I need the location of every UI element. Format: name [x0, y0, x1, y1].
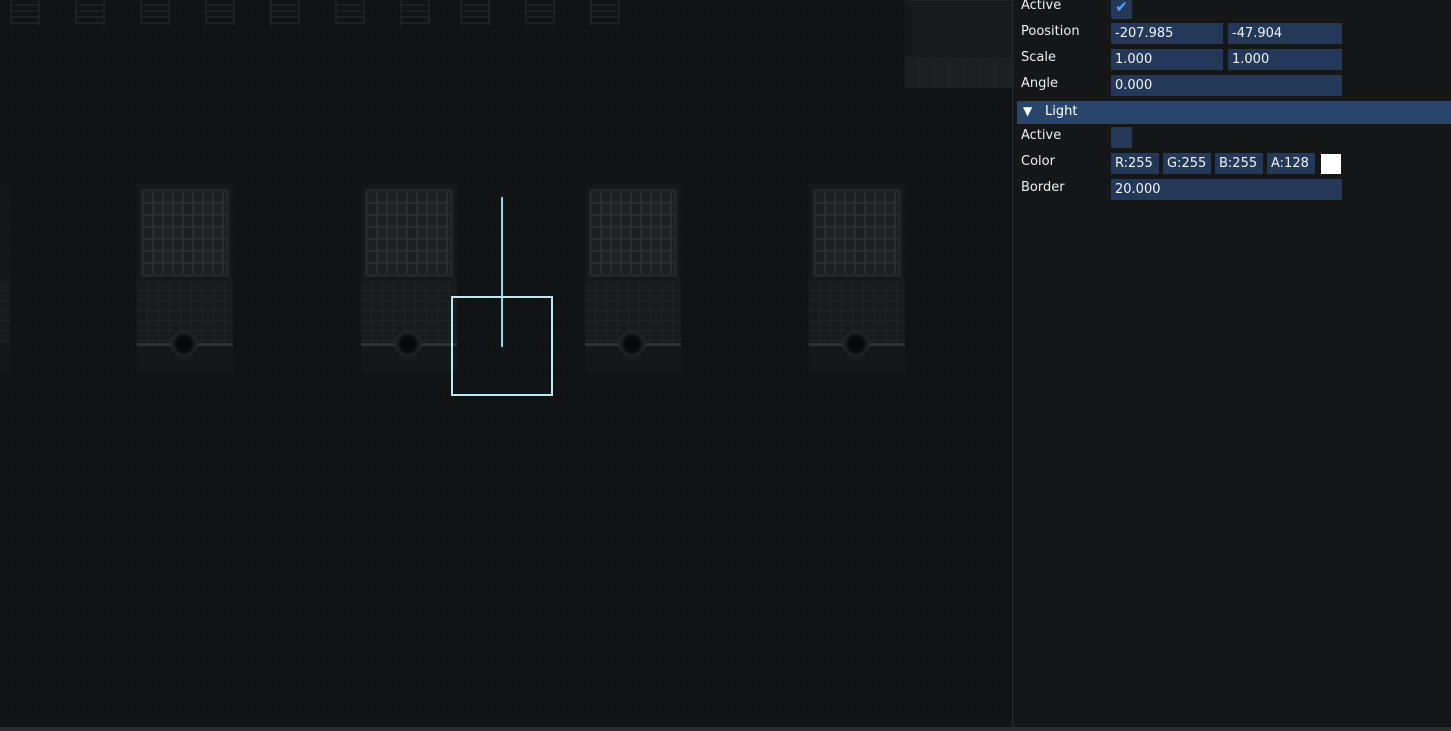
- scene-wall-tile: [460, 0, 490, 26]
- bottom-scrollbar[interactable]: [0, 727, 1451, 731]
- scene-pillar: [809, 183, 905, 373]
- color-g-field[interactable]: G:255: [1163, 153, 1211, 174]
- collapse-arrow-icon: ▼: [1023, 104, 1033, 118]
- scene-wall-tile: [400, 0, 430, 26]
- scene-wall-tile: [140, 0, 170, 26]
- scene-wall-tile: [270, 0, 300, 26]
- scene-wall-tile: [10, 0, 40, 26]
- light-border-field[interactable]: 20.000: [1111, 179, 1342, 200]
- scale-y-field[interactable]: 1.000: [1228, 49, 1342, 70]
- light-section-title: Light: [1045, 104, 1078, 119]
- transform-active-row: Active ✔: [1013, 0, 1451, 24]
- selection-gizmo-box[interactable]: [451, 296, 553, 396]
- position-x-field[interactable]: -207.985: [1111, 23, 1223, 44]
- light-color-label: Color: [1021, 154, 1055, 169]
- transform-active-checkbox[interactable]: ✔: [1111, 0, 1132, 19]
- scene-wall-corner: [905, 0, 1012, 88]
- light-color-row: Color R:255 G:255 B:255 A:128: [1013, 153, 1451, 177]
- checkmark-icon: ✔: [1115, 0, 1128, 16]
- position-y-field[interactable]: -47.904: [1228, 23, 1342, 44]
- light-active-label: Active: [1021, 128, 1062, 143]
- angle-label: Angle: [1021, 76, 1058, 91]
- light-border-row: Border 20.000: [1013, 179, 1451, 203]
- transform-active-label: Active: [1021, 0, 1062, 13]
- light-active-checkbox[interactable]: [1111, 127, 1132, 148]
- scene-viewport[interactable]: [0, 0, 1012, 731]
- color-swatch[interactable]: [1321, 154, 1341, 174]
- inspector-panel: Active ✔ Poosition -207.985 -47.904 Scal…: [1012, 0, 1451, 731]
- scene-pillar: [137, 183, 233, 373]
- scene-pillar: [361, 183, 457, 373]
- scale-x-field[interactable]: 1.000: [1111, 49, 1223, 70]
- scene-pillar: [0, 183, 10, 373]
- angle-field[interactable]: 0.000: [1111, 75, 1342, 96]
- light-section-header[interactable]: ▼ Light: [1017, 101, 1451, 124]
- scene-wall-tile: [590, 0, 620, 26]
- scene-wall-tile: [525, 0, 555, 26]
- light-active-row: Active: [1013, 127, 1451, 151]
- scene-wall-tile: [205, 0, 235, 26]
- light-border-label: Border: [1021, 180, 1065, 195]
- position-label: Poosition: [1021, 24, 1080, 39]
- color-a-field[interactable]: A:128: [1267, 153, 1315, 174]
- scene-wall-tile: [335, 0, 365, 26]
- color-b-field[interactable]: B:255: [1215, 153, 1263, 174]
- scale-label: Scale: [1021, 50, 1056, 65]
- angle-row: Angle 0.000: [1013, 75, 1451, 99]
- color-r-field[interactable]: R:255: [1111, 153, 1159, 174]
- scene-wall-tile: [75, 0, 105, 26]
- position-row: Poosition -207.985 -47.904: [1013, 23, 1451, 47]
- scene-pillar: [585, 183, 681, 373]
- scale-row: Scale 1.000 1.000: [1013, 49, 1451, 73]
